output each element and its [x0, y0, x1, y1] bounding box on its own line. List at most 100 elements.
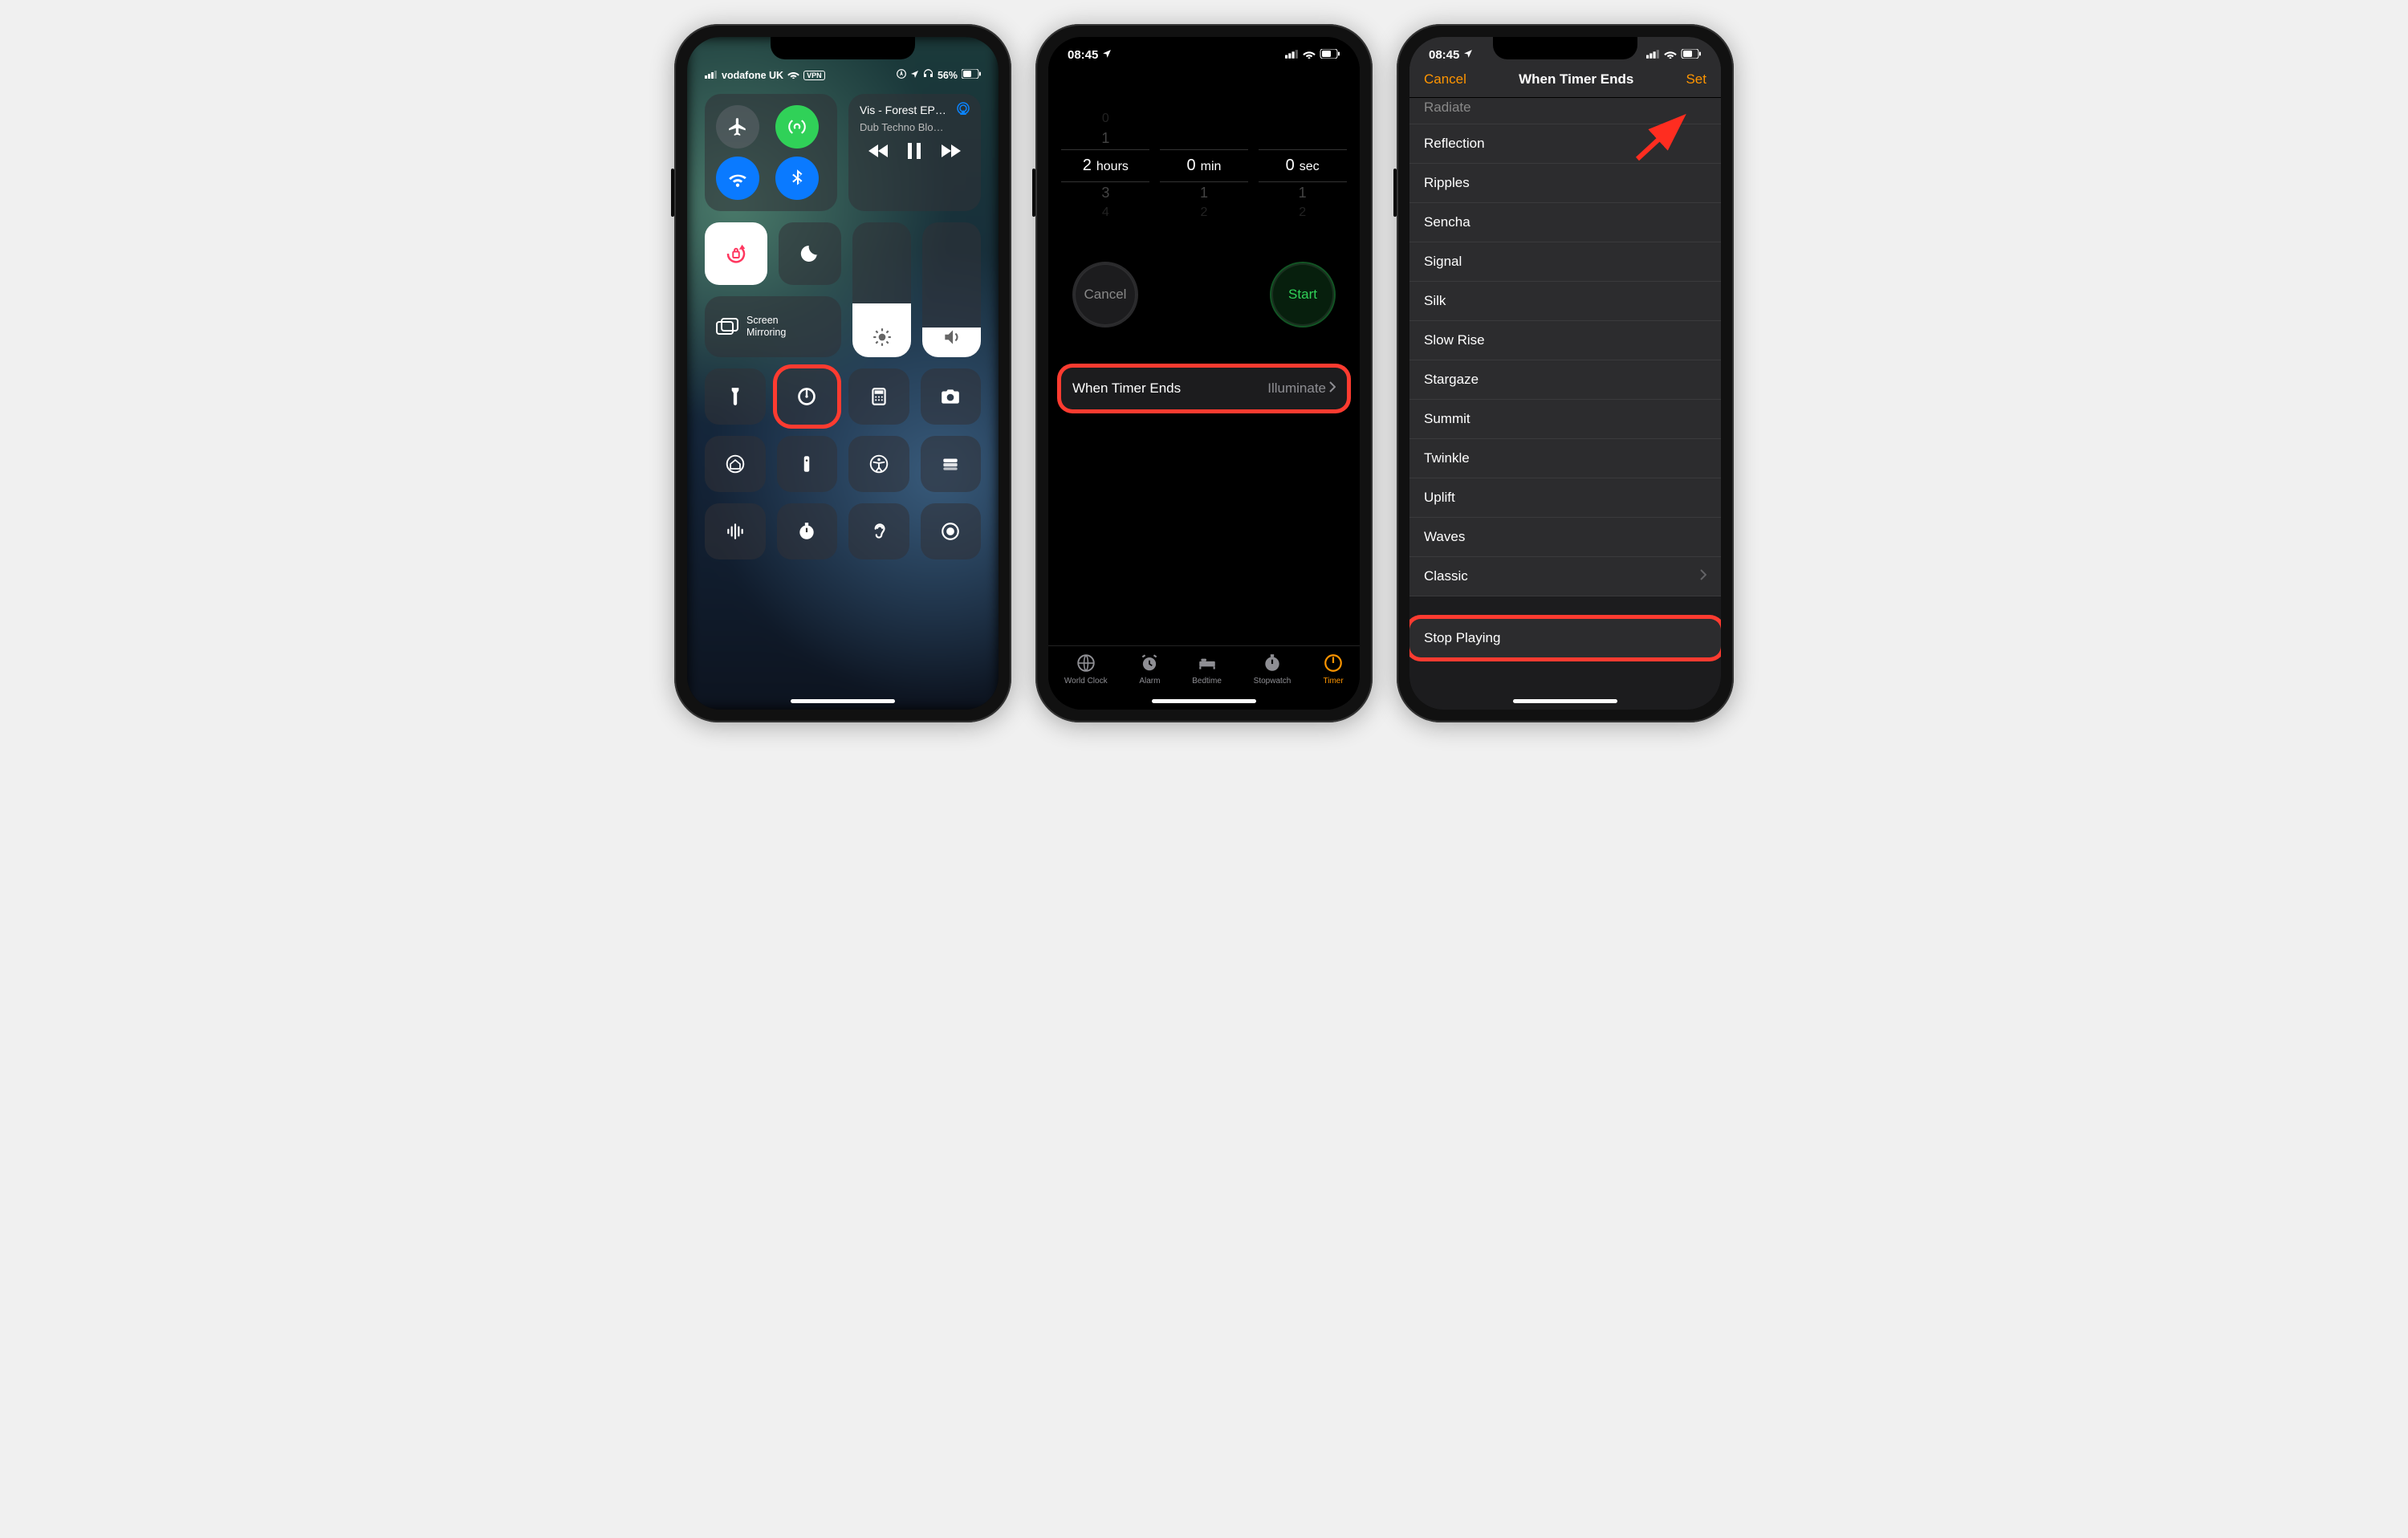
screen-mirroring-tile[interactable]: Screen Mirroring: [705, 296, 841, 357]
cancel-button[interactable]: Cancel: [1424, 71, 1466, 87]
cancel-button[interactable]: Cancel: [1072, 262, 1138, 328]
wifi-toggle[interactable]: [716, 157, 759, 200]
hearing-button[interactable]: [848, 503, 909, 559]
tab-bedtime[interactable]: Bedtime: [1192, 653, 1222, 686]
battery-icon: [1681, 48, 1702, 62]
sound-option[interactable]: Slow Rise: [1409, 321, 1721, 360]
camera-button[interactable]: [921, 368, 982, 425]
location-icon: [910, 70, 919, 81]
pause-button[interactable]: [907, 143, 921, 163]
screen-when-timer-ends: 08:45 Cancel When Timer Ends Set Radiate: [1409, 37, 1721, 710]
sound-option[interactable]: Twinkle: [1409, 439, 1721, 478]
battery-icon: [962, 69, 981, 81]
airplay-icon[interactable]: [955, 102, 971, 120]
stop-playing-option[interactable]: Stop Playing: [1409, 619, 1721, 657]
signal-icon: [1646, 48, 1660, 62]
signal-icon: [705, 70, 718, 81]
battery-icon: [1320, 48, 1340, 62]
tab-world-clock[interactable]: World Clock: [1064, 653, 1108, 686]
screen-timer: 08:45 0 1 2hours 3 4 0min 1: [1048, 37, 1360, 710]
start-button[interactable]: Start: [1270, 262, 1336, 328]
sound-option[interactable]: Radiate: [1409, 98, 1721, 124]
timer-button[interactable]: [777, 368, 838, 425]
tab-stopwatch[interactable]: Stopwatch: [1254, 653, 1291, 686]
duration-picker[interactable]: 0 1 2hours 3 4 0min 1 2 0sec 1 2: [1048, 110, 1360, 222]
phone-frame-3: 08:45 Cancel When Timer Ends Set Radiate: [1397, 24, 1734, 722]
nav-title: When Timer Ends: [1519, 71, 1633, 87]
home-button[interactable]: [705, 436, 766, 492]
navbar: Cancel When Timer Ends Set: [1409, 62, 1721, 98]
sound-option[interactable]: Reflection: [1409, 124, 1721, 164]
location-icon: [1102, 48, 1112, 62]
volume-slider[interactable]: [922, 222, 981, 357]
battery-pct: 56%: [938, 70, 958, 81]
seconds-column[interactable]: 0sec 1 2: [1259, 110, 1347, 222]
bluetooth-toggle[interactable]: [775, 157, 819, 200]
set-button[interactable]: Set: [1686, 71, 1706, 87]
screen-record-button[interactable]: [921, 503, 982, 559]
media-tile[interactable]: Vis - Forest EP… Dub Techno Blo…: [848, 94, 981, 211]
location-icon: [1463, 48, 1473, 62]
notch: [1132, 37, 1276, 59]
phone-frame-2: 08:45 0 1 2hours 3 4 0min 1: [1035, 24, 1373, 722]
status-left: vodafone UK VPN: [705, 69, 825, 81]
sound-option[interactable]: Stargaze: [1409, 360, 1721, 400]
cellular-toggle[interactable]: [775, 105, 819, 149]
wifi-icon: [1303, 48, 1316, 62]
screen-control-center: vodafone UK VPN 56%: [687, 37, 999, 710]
home-indicator[interactable]: [791, 699, 895, 703]
minutes-column[interactable]: 0min 1 2: [1160, 110, 1248, 222]
home-indicator[interactable]: [1152, 699, 1256, 703]
clock-time: 08:45: [1429, 48, 1459, 62]
screen-mirroring-label-1: Screen: [746, 315, 786, 327]
control-center-grid: Vis - Forest EP… Dub Techno Blo…: [687, 81, 999, 572]
accessibility-button[interactable]: [848, 436, 909, 492]
airplane-toggle[interactable]: [716, 105, 759, 149]
calculator-button[interactable]: [848, 368, 909, 425]
compass-icon: [897, 69, 906, 81]
signal-icon: [1285, 48, 1299, 62]
tab-alarm[interactable]: Alarm: [1139, 653, 1160, 686]
chevron-right-icon: [1329, 380, 1336, 397]
home-indicator[interactable]: [1513, 699, 1617, 703]
wifi-icon: [1664, 48, 1677, 62]
wifi-icon: [787, 70, 799, 81]
chevron-right-icon: [1700, 568, 1706, 584]
when-timer-ends-value: Illuminate: [1267, 380, 1326, 397]
media-subtitle: Dub Techno Blo…: [860, 121, 970, 133]
brightness-slider[interactable]: [852, 222, 911, 357]
rewind-button[interactable]: [868, 143, 889, 163]
headphones-icon: [923, 69, 934, 81]
wallet-button[interactable]: [921, 436, 982, 492]
carrier-label: vodafone UK: [722, 70, 783, 81]
tab-timer[interactable]: Timer: [1323, 653, 1344, 686]
sound-option[interactable]: Signal: [1409, 242, 1721, 282]
do-not-disturb-toggle[interactable]: [779, 222, 841, 285]
sound-option[interactable]: Sencha: [1409, 203, 1721, 242]
forward-button[interactable]: [940, 143, 961, 163]
sounds-list[interactable]: Radiate Reflection Ripples Sencha Signal…: [1409, 98, 1721, 596]
clock-time: 08:45: [1068, 48, 1098, 62]
remote-button[interactable]: [777, 436, 838, 492]
audio-recognition-button[interactable]: [705, 503, 766, 559]
vpn-badge: VPN: [803, 71, 825, 80]
notch: [771, 37, 915, 59]
sound-option[interactable]: Silk: [1409, 282, 1721, 321]
sound-option-classic[interactable]: Classic: [1409, 557, 1721, 596]
sound-option[interactable]: Uplift: [1409, 478, 1721, 518]
orientation-lock-toggle[interactable]: [705, 222, 767, 285]
phone-frame-1: vodafone UK VPN 56%: [674, 24, 1011, 722]
flashlight-button[interactable]: [705, 368, 766, 425]
media-controls: [860, 143, 970, 163]
stopwatch-button[interactable]: [777, 503, 838, 559]
when-timer-ends-label: When Timer Ends: [1072, 380, 1181, 397]
tab-bar: World Clock Alarm Bedtime Stopwatch Time…: [1048, 645, 1360, 698]
status-right: 56%: [897, 69, 981, 81]
when-timer-ends-row[interactable]: When Timer Ends Illuminate: [1061, 368, 1347, 409]
connectivity-tile: [705, 94, 837, 211]
sound-option[interactable]: Waves: [1409, 518, 1721, 557]
sound-option[interactable]: Summit: [1409, 400, 1721, 439]
sound-option[interactable]: Ripples: [1409, 164, 1721, 203]
hours-column[interactable]: 0 1 2hours 3 4: [1061, 110, 1149, 222]
media-title: Vis - Forest EP…: [860, 104, 970, 116]
